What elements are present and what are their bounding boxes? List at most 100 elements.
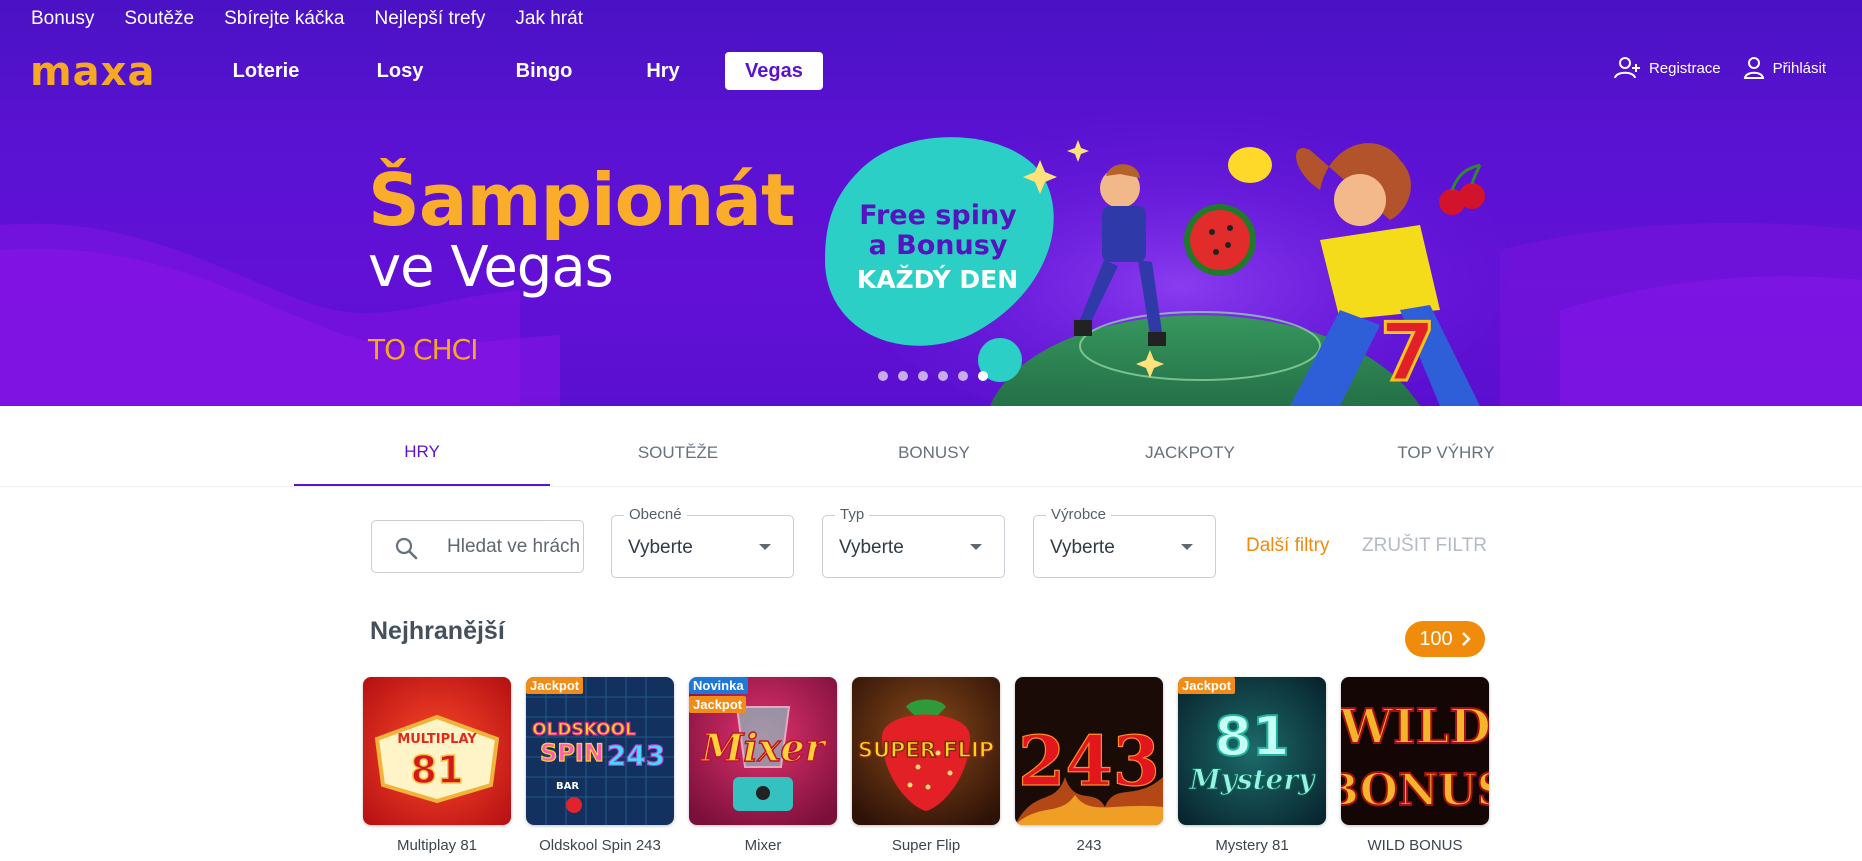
tabs-divider — [0, 486, 1862, 488]
nav-loterie[interactable]: Loterie — [215, 52, 317, 90]
svg-text:7: 7 — [1380, 306, 1436, 399]
tab-jackpoty[interactable]: JACKPOTY — [1062, 420, 1318, 486]
thumb-text: Mixer — [699, 725, 827, 770]
slider-dot-6[interactable] — [978, 371, 988, 381]
game-thumbnail: WILD BONUS — [1341, 677, 1489, 825]
thumb-text: MULTIPLAY — [397, 732, 477, 747]
thumb-text: 81 — [1214, 705, 1289, 768]
thumb-text: 243 — [1018, 722, 1160, 802]
main-nav: Loterie Losy Bingo Hry Vegas — [215, 52, 823, 90]
game-tile[interactable]: 243 243 — [1015, 677, 1163, 854]
maker-select[interactable]: Výrobce Vyberte — [1033, 507, 1216, 578]
jackpot-badge: Jackpot — [689, 696, 747, 713]
hero-banner: Bonusy Soutěže Sbírejte káčka Nejlepší t… — [0, 0, 1862, 406]
more-filters-link[interactable]: Další filtry — [1246, 535, 1329, 557]
tab-top-vyhry[interactable]: TOP VÝHRY — [1318, 420, 1574, 486]
caret-down-icon — [1181, 544, 1193, 550]
promo-line-1: Free spiny — [859, 200, 1017, 231]
game-tile[interactable]: WILD BONUS WILD BONUS — [1341, 677, 1489, 854]
user-icon — [1743, 57, 1764, 79]
promo-artwork[interactable]: 7 Free spiny a Bonusy KAŽDÝ DEN — [820, 110, 1540, 406]
type-select-value: Vyberte — [839, 537, 904, 558]
thumb-text: BAR — [556, 781, 579, 792]
top-link-sbirejte-kacka[interactable]: Sbírejte káčka — [224, 8, 344, 30]
tab-souteze[interactable]: SOUTĚŽE — [550, 420, 806, 486]
top-links-bar: Bonusy Soutěže Sbírejte káčka Nejlepší t… — [0, 0, 613, 38]
hero-cta-link[interactable]: TO CHCI — [368, 334, 478, 366]
thumb-text: OLDSKOOL — [532, 720, 636, 740]
thumb-text: 243 — [607, 739, 665, 772]
game-thumbnail: 81 Mystery Jackpot — [1178, 677, 1326, 825]
game-name: Super Flip — [891, 837, 961, 854]
game-tile[interactable]: MULTIPLAY 81 Multiplay 81 — [363, 677, 511, 854]
game-thumbnail: SUPER FLIP — [852, 677, 1000, 825]
nav-vegas[interactable]: Vegas — [725, 52, 823, 90]
top-link-souteze[interactable]: Soutěže — [124, 8, 194, 30]
maker-select-value: Vyberte — [1050, 537, 1115, 558]
thumb-text: Mystery — [1189, 763, 1317, 796]
maxa-logo[interactable]: maxa — [30, 52, 155, 92]
game-name: Oldskool Spin 243 — [539, 837, 661, 854]
add-user-icon — [1613, 57, 1640, 79]
game-thumbnail: MULTIPLAY 81 — [363, 677, 511, 825]
game-thumbnail: Mixer Novinka Jackpot — [689, 677, 837, 825]
game-name: Mystery 81 — [1215, 837, 1289, 854]
caret-down-icon — [970, 544, 982, 550]
show-all-button[interactable]: 100 — [1405, 621, 1485, 657]
reset-filter-button[interactable]: ZRUŠIT FILTR — [1362, 535, 1487, 557]
jackpot-badge: Jackpot — [1178, 677, 1236, 694]
maker-select-legend: Výrobce — [1046, 507, 1112, 523]
slider-dots — [878, 371, 988, 381]
page: Bonusy Soutěže Sbírejte káčka Nejlepší t… — [0, 0, 1862, 861]
chevron-right-icon — [1461, 632, 1471, 646]
thumb-text: 81 — [411, 748, 464, 792]
hero-subtitle: ve Vegas — [368, 235, 614, 300]
game-tile[interactable]: Mixer Novinka Jackpot Mixer — [689, 677, 837, 854]
account-links: Registrace Přihlásit — [1613, 56, 1826, 80]
game-thumbnail: 243 — [1015, 677, 1163, 825]
game-tile[interactable]: OLDSKOOL SPIN 243 BAR Jackpot Oldskool S… — [526, 677, 674, 854]
game-name: Mixer — [744, 837, 782, 854]
search-input[interactable] — [447, 521, 582, 572]
game-name: Multiplay 81 — [396, 837, 478, 854]
game-name: 243 — [1076, 837, 1102, 854]
game-tile[interactable]: 81 Mystery Jackpot Mystery 81 — [1178, 677, 1326, 854]
slider-dot-4[interactable] — [938, 371, 948, 381]
top-link-nejlepsi-trefy[interactable]: Nejlepší trefy — [375, 8, 486, 30]
promo-line-2: a Bonusy — [868, 230, 1008, 261]
slider-dot-1[interactable] — [878, 371, 888, 381]
section-title: Nejhranější — [370, 617, 505, 645]
game-tile[interactable]: SUPER FLIP Super Flip — [852, 677, 1000, 854]
slider-dot-3[interactable] — [918, 371, 928, 381]
thumb-text: BONUS — [1341, 765, 1489, 816]
slider-dot-2[interactable] — [898, 371, 908, 381]
general-select[interactable]: Obecné Vyberte — [611, 507, 794, 578]
login-link[interactable]: Přihlásit — [1743, 56, 1826, 80]
register-link[interactable]: Registrace — [1613, 56, 1721, 80]
nav-bingo[interactable]: Bingo — [508, 52, 580, 90]
tab-bonusy[interactable]: BONUSY — [806, 420, 1062, 486]
general-select-value: Vyberte — [628, 537, 693, 558]
general-select-legend: Obecné — [624, 507, 687, 523]
section-tabs: HRY SOUTĚŽE BONUSY JACKPOTY TOP VÝHRY — [294, 420, 1574, 486]
search-icon — [395, 537, 418, 560]
promo-line-3: KAŽDÝ DEN — [856, 265, 1019, 294]
top-link-bonusy[interactable]: Bonusy — [31, 8, 94, 30]
nav-hry[interactable]: Hry — [638, 52, 688, 90]
new-badge: Novinka — [689, 677, 748, 694]
slider-dot-5[interactable] — [958, 371, 968, 381]
type-select[interactable]: Typ Vyberte — [822, 507, 1005, 578]
tab-hry[interactable]: HRY — [294, 420, 550, 486]
register-label: Registrace — [1648, 59, 1721, 77]
game-count: 100 — [1419, 627, 1453, 650]
jackpot-badge: Jackpot — [526, 677, 584, 694]
hero-title: Šampionát — [368, 158, 795, 242]
top-link-jak-hrat[interactable]: Jak hrát — [515, 8, 583, 30]
thumb-text: SPIN — [540, 739, 604, 767]
game-thumbnail: OLDSKOOL SPIN 243 BAR Jackpot — [526, 677, 674, 825]
thumb-text: WILD — [1341, 699, 1489, 755]
games-row: MULTIPLAY 81 Multiplay 81 OLDSKOOL SPIN … — [363, 677, 1489, 854]
nav-losy[interactable]: Losy — [347, 52, 453, 90]
game-search[interactable] — [371, 520, 584, 573]
game-name: WILD BONUS — [1367, 837, 1463, 854]
